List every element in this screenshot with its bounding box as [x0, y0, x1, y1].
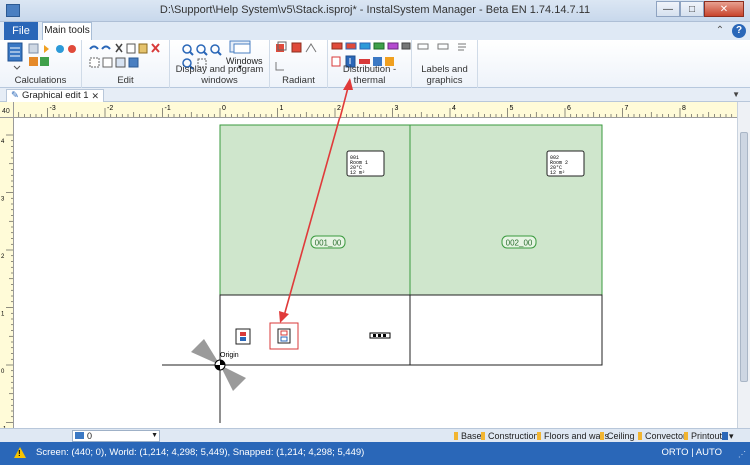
group-labels-graphics: Labels and graphics [412, 40, 478, 88]
ribbon-right-controls: ⌃ ? [714, 24, 746, 38]
ribbon-tab-strip: File Main tools ⌃ ? [0, 22, 750, 40]
status-bar: ! Screen: (440; 0), World: (1,214; 4,298… [0, 442, 750, 465]
help-icon[interactable]: ? [732, 24, 746, 38]
symbol-radiator[interactable] [369, 332, 391, 339]
origin-label: Origin [220, 352, 239, 359]
layer-tab-strip: 0 ▼ Base Construction Floors and walls C… [0, 428, 750, 442]
maximize-button[interactable]: □ [680, 1, 704, 17]
group-radiant: Radiant [270, 40, 328, 88]
tab-list-dropdown-icon[interactable]: ▼ [732, 90, 740, 99]
horizontal-ruler-ticks: -3 -2 -1 0 1 2 3 4 5 6 7 8 [18, 105, 733, 117]
tab-file[interactable]: File [4, 22, 38, 40]
layer-tabs-dropdown-icon[interactable]: ▾ [720, 430, 734, 442]
tab-main-tools[interactable]: Main tools [42, 22, 92, 40]
ruler-y-label: 4 [1, 139, 5, 145]
ruler-x-label: 7 [625, 105, 629, 112]
ruler-x-label: 5 [510, 105, 514, 112]
tab-close-icon[interactable]: ✕ [92, 90, 100, 102]
layer-tab-printout[interactable]: Printout [682, 430, 722, 442]
room-lower-right[interactable] [409, 294, 603, 366]
layer-tab-convector[interactable]: Convector [636, 430, 686, 442]
resize-grip-icon[interactable]: ⋰ [738, 450, 746, 459]
group-distribution-thermal: Distribution - thermal [328, 40, 412, 88]
symbol-riser[interactable] [235, 328, 251, 345]
drawing-svg[interactable]: Origin 001_00 002_00 001 Room 1 20°C 12 … [14, 118, 737, 428]
horizontal-ruler: -3 -2 -1 0 1 2 3 4 5 6 7 8 [14, 102, 737, 118]
edit-icons[interactable] [82, 40, 170, 76]
symbol-distributor[interactable] [277, 328, 291, 344]
window-title: D:\Support\Help System\v5\Stack.isproj* … [159, 4, 591, 16]
room-label-2: 002_00 [506, 239, 533, 248]
ruler-x-label: -1 [165, 105, 171, 112]
labels-icons[interactable] [412, 40, 478, 64]
layer-tab-ceiling[interactable]: Ceiling [598, 430, 635, 442]
ruler-corner-value: 40 [2, 108, 10, 115]
pencil-icon: ✎ [11, 90, 19, 101]
status-snap-mode[interactable]: ORTO | AUTO [661, 447, 722, 458]
group-label-calculations: Calculations [14, 75, 67, 86]
status-coordinates: Screen: (440; 0), World: (1,214; 4,298; … [36, 447, 365, 458]
group-label-labels: Labels and graphics [421, 64, 468, 86]
ruler-x-label: -3 [50, 105, 56, 112]
window-controls: — □ ✕ [656, 1, 744, 17]
layer-tab-construction[interactable]: Construction [479, 430, 539, 442]
layer-tab-base[interactable]: Base [452, 430, 482, 442]
ruler-y-label: 0 [1, 369, 5, 375]
group-display: Windows ▼ Display and program windows [170, 40, 270, 88]
room-label-1: 001_00 [315, 239, 342, 248]
close-button[interactable]: ✕ [704, 1, 744, 17]
vertical-scrollbar[interactable] [737, 102, 750, 428]
group-label-edit: Edit [117, 75, 134, 86]
ruler-corner: 40 [0, 102, 14, 118]
ruler-x-label: 0 [222, 105, 226, 112]
layer-dropdown-icon[interactable]: ▼ [151, 431, 158, 441]
vertical-scrollbar-thumb[interactable] [740, 132, 748, 382]
ruler-x-label: 2 [337, 105, 341, 112]
group-edit: Edit [82, 40, 170, 88]
group-calculations: Calculations [0, 40, 82, 88]
ruler-x-label: -2 [107, 105, 113, 112]
collapse-ribbon-icon[interactable]: ⌃ [714, 24, 726, 38]
ruler-x-label: 3 [395, 105, 399, 112]
drawing-canvas[interactable]: Origin 001_00 002_00 001 Room 1 20°C 12 … [14, 118, 737, 428]
radiant-icons[interactable] [270, 40, 328, 76]
room-tag-001[interactable]: 001 Room 1 20°C 12 m² [346, 150, 385, 177]
ruler-x-label: 4 [452, 105, 456, 112]
document-tab-strip: ✎ Graphical edit 1 ✕ ▼ [0, 88, 750, 102]
calculations-icons[interactable] [0, 40, 82, 76]
group-label-radiant: Radiant [282, 75, 315, 86]
ruler-x-label: 6 [567, 105, 571, 112]
minimize-button[interactable]: — [656, 1, 680, 17]
room-tag-002[interactable]: 002 Room 2 20°C 12 m² [546, 150, 585, 177]
ruler-y-label: 1 [1, 312, 5, 318]
ruler-x-label: 8 [682, 105, 686, 112]
tab-graphical-edit[interactable]: ✎ Graphical edit 1 ✕ [6, 89, 105, 102]
tab-graphical-edit-label: Graphical edit 1 [21, 90, 89, 101]
room-tag-1-line-4: 12 m² [350, 170, 365, 176]
group-label-display: Display and program windows [175, 64, 264, 86]
ruler-x-label: 1 [280, 105, 284, 112]
ruler-y-label: 3 [1, 197, 5, 203]
group-label-distribution: Distribution - thermal [342, 64, 397, 86]
origin-wedge-b [220, 365, 246, 391]
layer-select-value: 0 [87, 431, 93, 441]
ruler-y-label: 2 [1, 254, 5, 260]
room-tag-2-line-4: 12 m² [550, 170, 565, 176]
title-bar: D:\Support\Help System\v5\Stack.isproj* … [0, 0, 750, 22]
ribbon: Calculations Edit Windows ▼ Display and … [0, 40, 750, 88]
origin-wedge-a [191, 339, 220, 365]
vertical-ruler: 43210-1 [0, 118, 14, 428]
layer-select[interactable]: 0 ▼ [72, 430, 160, 442]
layer-icon [75, 432, 84, 439]
warning-mark: ! [18, 449, 21, 458]
vertical-ruler-ticks: 43210-1 [1, 134, 13, 428]
